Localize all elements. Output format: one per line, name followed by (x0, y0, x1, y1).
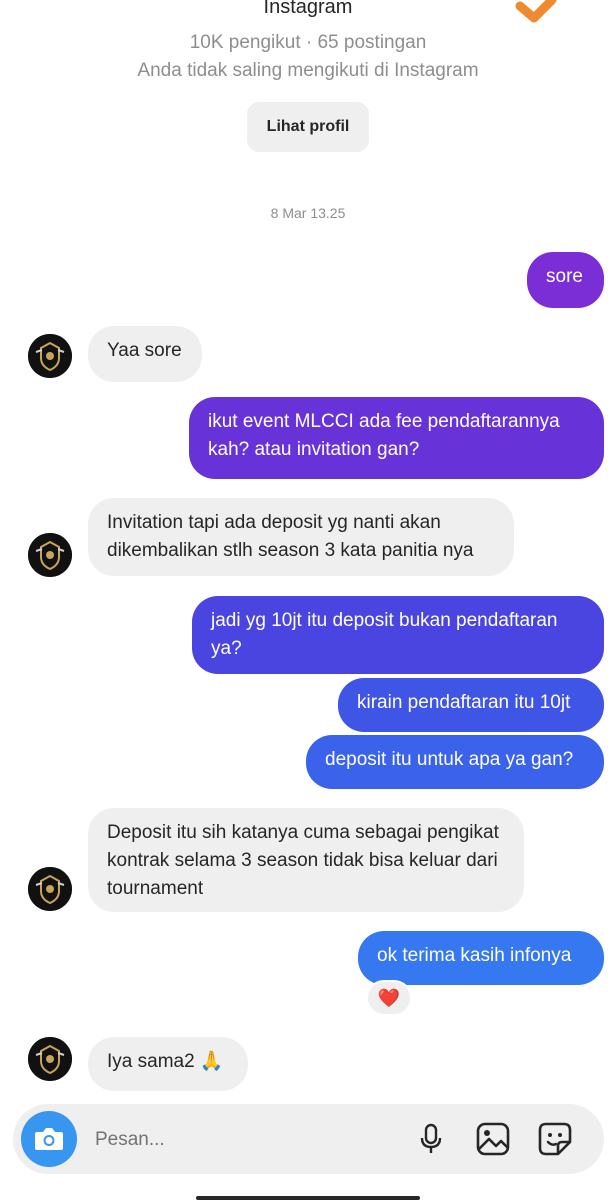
profile-stats: 10K pengikut · 65 postingan (189, 32, 427, 53)
microphone-icon (420, 1123, 442, 1153)
sticker-icon (538, 1122, 572, 1156)
message-bubble-sent[interactable]: ok terima kasih infonya (358, 931, 604, 985)
message-bubble-sent[interactable]: jadi yg 10jt itu deposit bukan pendaftar… (192, 596, 604, 674)
thread-timestamp: 8 Mar 13.25 (270, 205, 346, 221)
edit-mark-icon (515, 0, 557, 23)
home-indicator[interactable] (196, 1196, 420, 1200)
message-bubble-sent[interactable]: deposit itu untuk apa ya gan? (306, 735, 604, 789)
view-profile-button[interactable]: Lihat profil (247, 102, 369, 152)
message-bubble-sent[interactable]: ikut event MLCCI ada fee pendaftarannya … (189, 397, 604, 479)
message-bubble-received[interactable]: Invitation tapi ada deposit yg nanti aka… (88, 498, 514, 576)
message-bubble-received[interactable]: Yaa sore (88, 326, 202, 382)
avatar[interactable] (28, 533, 72, 577)
team-logo-icon (28, 334, 72, 378)
message-input[interactable] (93, 1120, 397, 1160)
team-logo-icon (28, 867, 72, 911)
gallery-icon (476, 1122, 510, 1156)
message-bubble-sent[interactable]: kirain pendaftaran itu 10jt (338, 678, 604, 732)
heart-icon: ❤️ (377, 987, 401, 1008)
camera-button[interactable] (21, 1111, 77, 1167)
team-logo-icon (28, 533, 72, 577)
message-composer (13, 1104, 604, 1174)
sticker-button[interactable] (537, 1121, 573, 1157)
microphone-button[interactable] (413, 1121, 449, 1157)
message-bubble-received[interactable]: Deposit itu sih katanya cuma sebagai pen… (88, 808, 524, 912)
team-logo-icon (28, 1037, 72, 1081)
avatar[interactable] (28, 1037, 72, 1081)
gallery-button[interactable] (475, 1121, 511, 1157)
message-bubble-received[interactable]: Iya sama2 🙏 (88, 1037, 248, 1091)
message-bubble-sent[interactable]: sore (527, 252, 604, 308)
follow-status: Anda tidak saling mengikuti di Instagram (137, 60, 479, 81)
avatar[interactable] (28, 867, 72, 911)
camera-icon (35, 1128, 63, 1150)
heart-reaction[interactable]: ❤️ (366, 980, 412, 1016)
avatar[interactable] (28, 334, 72, 378)
